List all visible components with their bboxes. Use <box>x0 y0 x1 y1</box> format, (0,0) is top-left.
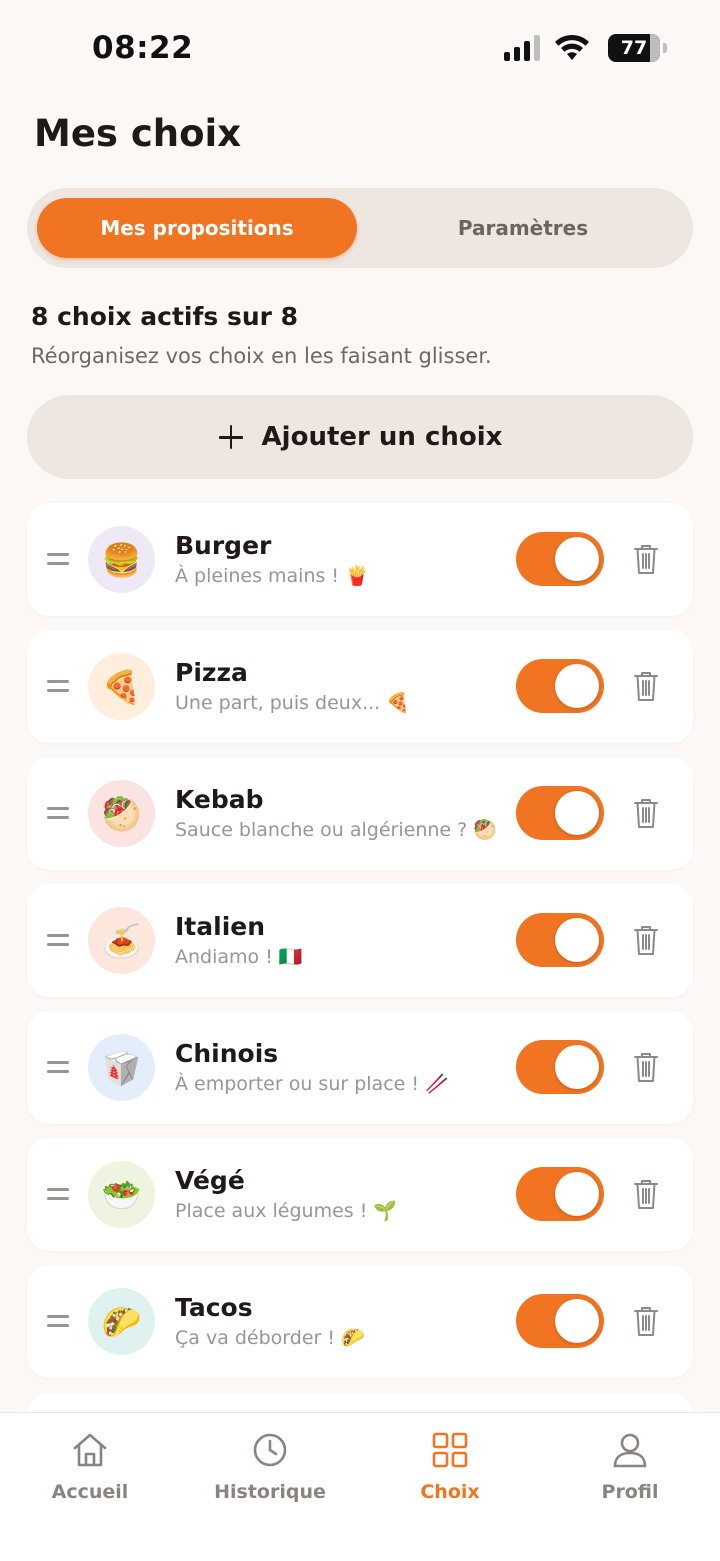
toggle-knob <box>555 1172 599 1216</box>
drag-handle-icon[interactable] <box>47 934 69 946</box>
toggle-knob <box>555 537 599 581</box>
choice-subtitle: Place aux légumes ! 🌱 <box>175 1200 398 1222</box>
home-icon <box>73 1433 107 1467</box>
signal-icon <box>504 35 540 61</box>
choice-toggle[interactable] <box>516 1040 604 1094</box>
choice-card[interactable]: 🍕 Pizza Une part, puis deux... 🍕 <box>27 630 693 743</box>
segmented-control: Mes propositions Paramètres <box>27 188 693 268</box>
trash-icon[interactable] <box>633 797 659 829</box>
nav-choix[interactable]: Choix <box>380 1431 520 1503</box>
choice-emoji: 🥙 <box>101 794 142 833</box>
nav-label: Historique <box>214 1481 326 1503</box>
grid-icon <box>432 1432 468 1468</box>
choice-toggle[interactable] <box>516 1294 604 1348</box>
choice-title: Chinois <box>175 1039 279 1068</box>
wifi-icon <box>555 34 589 60</box>
toggle-knob <box>555 791 599 835</box>
choice-title: Kebab <box>175 785 264 814</box>
choice-subtitle: Ça va déborder ! 🌮 <box>175 1327 365 1349</box>
choice-emoji: 🍔 <box>101 540 142 579</box>
choice-subtitle: À pleines mains ! 🍟 <box>175 565 369 587</box>
choice-avatar: 🥗 <box>88 1161 155 1228</box>
trash-icon[interactable] <box>633 1051 659 1083</box>
battery-icon: 77 <box>608 34 667 62</box>
choice-card[interactable]: 🌮 Tacos Ça va déborder ! 🌮 <box>27 1265 693 1378</box>
drag-handle-icon[interactable] <box>47 1061 69 1073</box>
choice-card[interactable]: 🍔 Burger À pleines mains ! 🍟 <box>27 503 693 616</box>
add-choice-button[interactable]: Ajouter un choix <box>27 395 693 479</box>
choice-avatar: 🥡 <box>88 1034 155 1101</box>
page-title: Mes choix <box>34 112 242 155</box>
reorder-hint: Réorganisez vos choix en les faisant gli… <box>31 344 492 368</box>
plus-icon <box>218 424 244 450</box>
choice-title: Burger <box>175 531 272 560</box>
trash-icon[interactable] <box>633 1305 659 1337</box>
choice-card[interactable]: 🥗 Végé Place aux légumes ! 🌱 <box>27 1138 693 1251</box>
nav-label: Profil <box>601 1481 659 1503</box>
nav-accueil[interactable]: Accueil <box>20 1431 160 1503</box>
battery-level: 77 <box>620 37 648 59</box>
choice-toggle[interactable] <box>516 532 604 586</box>
nav-label: Accueil <box>51 1481 129 1503</box>
drag-handle-icon[interactable] <box>47 680 69 692</box>
choice-title: Tacos <box>175 1293 253 1322</box>
choice-emoji: 🍕 <box>101 667 142 706</box>
toggle-knob <box>555 918 599 962</box>
user-icon <box>613 1433 647 1468</box>
bottom-nav: Accueil Historique Choix Profil <box>0 1412 720 1561</box>
drag-handle-icon[interactable] <box>47 807 69 819</box>
nav-label: Choix <box>420 1481 480 1503</box>
choice-emoji: 🍝 <box>101 921 142 960</box>
toggle-knob <box>555 664 599 708</box>
choice-card[interactable]: 🥙 Kebab Sauce blanche ou algérienne ? 🥙 <box>27 757 693 870</box>
tab-mes-propositions[interactable]: Mes propositions <box>37 198 357 258</box>
trash-icon[interactable] <box>633 1178 659 1210</box>
choice-subtitle: Andiamo ! 🇮🇹 <box>175 946 303 968</box>
choice-avatar: 🥙 <box>88 780 155 847</box>
choice-toggle[interactable] <box>516 1167 604 1221</box>
choice-avatar: 🍔 <box>88 526 155 593</box>
choice-title: Italien <box>175 912 266 941</box>
choice-avatar: 🍕 <box>88 653 155 720</box>
status-bar: 08:22 77 <box>0 0 720 96</box>
drag-handle-icon[interactable] <box>47 1188 69 1200</box>
trash-icon[interactable] <box>633 924 659 956</box>
active-count-title: 8 choix actifs sur 8 <box>31 302 299 331</box>
toggle-knob <box>555 1299 599 1343</box>
status-icons: 77 <box>504 34 667 62</box>
trash-icon[interactable] <box>633 670 659 702</box>
choice-toggle[interactable] <box>516 786 604 840</box>
choice-title: Végé <box>175 1166 245 1195</box>
nav-profil[interactable]: Profil <box>560 1431 700 1503</box>
drag-handle-icon[interactable] <box>47 553 69 565</box>
choice-card[interactable]: 🥡 Chinois À emporter ou sur place ! 🥢 <box>27 1011 693 1124</box>
toggle-knob <box>555 1045 599 1089</box>
choice-avatar: 🍝 <box>88 907 155 974</box>
choice-toggle[interactable] <box>516 659 604 713</box>
choice-title: Pizza <box>175 658 248 687</box>
choice-toggle[interactable] <box>516 913 604 967</box>
choice-emoji: 🌮 <box>101 1302 142 1341</box>
status-time: 08:22 <box>92 30 194 66</box>
clock-icon <box>253 1433 287 1467</box>
add-choice-label: Ajouter un choix <box>261 422 503 452</box>
choice-subtitle: Une part, puis deux... 🍕 <box>175 692 410 714</box>
choice-card[interactable]: 🍝 Italien Andiamo ! 🇮🇹 <box>27 884 693 997</box>
drag-handle-icon[interactable] <box>47 1315 69 1327</box>
nav-historique[interactable]: Historique <box>200 1431 340 1503</box>
choice-emoji: 🥗 <box>101 1175 142 1214</box>
choice-subtitle: Sauce blanche ou algérienne ? 🥙 <box>175 819 497 841</box>
choice-subtitle: À emporter ou sur place ! 🥢 <box>175 1073 449 1095</box>
choice-avatar: 🌮 <box>88 1288 155 1355</box>
trash-icon[interactable] <box>633 543 659 575</box>
choice-emoji: 🥡 <box>101 1048 142 1087</box>
tab-parametres[interactable]: Paramètres <box>363 198 683 258</box>
